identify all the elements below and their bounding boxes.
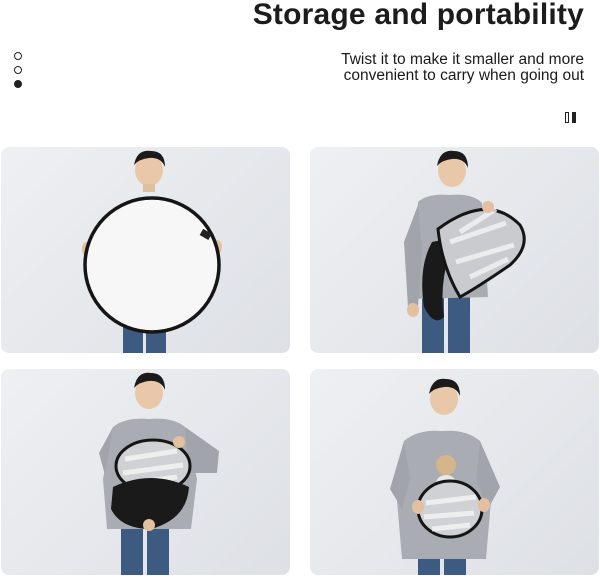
photo-step-2 <box>310 147 599 353</box>
photo-step-3 <box>1 369 290 575</box>
dot-icon <box>14 66 22 74</box>
pager-icon <box>565 112 576 123</box>
page-title: Storage and portability <box>252 0 584 31</box>
pager-bar-active-icon <box>572 112 576 123</box>
decor-dots <box>14 52 24 94</box>
dot-icon <box>14 52 22 60</box>
subtitle-line-1: Twist it to make it smaller and more <box>341 51 584 68</box>
subtitle-line-2: convenient to carry when going out <box>343 67 584 84</box>
photo-step-1 <box>1 147 290 353</box>
photo-step-4 <box>310 369 599 575</box>
page-subtitle: Twist it to make it smaller and more con… <box>284 52 584 84</box>
dot-filled-icon <box>14 80 22 88</box>
pager-bar-icon <box>565 112 569 123</box>
